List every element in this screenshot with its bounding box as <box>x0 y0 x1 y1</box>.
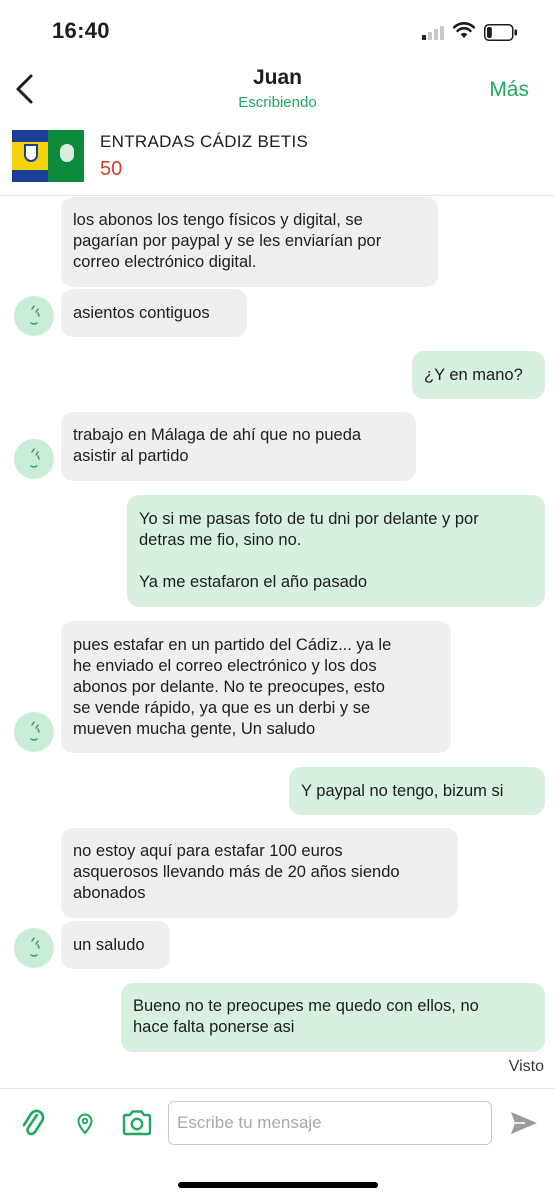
typing-status: Escribiendo <box>238 94 317 111</box>
listing-thumbnail <box>12 130 84 182</box>
more-button[interactable]: Más <box>489 78 529 102</box>
face-icon <box>30 721 40 741</box>
cellular-signal-icon <box>422 26 446 40</box>
message-list[interactable]: los abonos los tengo físicos y digital, … <box>0 196 555 1088</box>
battery-icon <box>484 24 517 41</box>
location-pin-icon[interactable] <box>76 1113 94 1135</box>
message-bubble-outgoing: ¿Y en mano? <box>412 351 545 399</box>
message-bubble-incoming: trabajo en Málaga de ahí que no pueda as… <box>61 412 416 481</box>
listing-title: ENTRADAS CÁDIZ BETIS <box>100 132 309 151</box>
contact-avatar[interactable] <box>14 928 54 968</box>
home-indicator <box>178 1182 378 1188</box>
message-bubble-incoming: pues estafar en un partido del Cádiz... … <box>61 621 451 753</box>
contact-avatar[interactable] <box>14 439 54 479</box>
face-icon <box>30 448 40 468</box>
wifi-icon <box>452 22 476 38</box>
listing-price: 50 <box>100 158 123 180</box>
face-icon <box>30 305 40 325</box>
listing-card[interactable]: ENTRADAS CÁDIZ BETIS 50 <box>0 124 555 196</box>
paperclip-icon[interactable] <box>20 1107 46 1141</box>
camera-icon[interactable] <box>121 1109 153 1137</box>
contact-avatar[interactable] <box>14 296 54 336</box>
chat-header: Juan Escribiendo Más <box>0 62 555 124</box>
seen-indicator: Visto <box>508 1058 544 1075</box>
send-icon[interactable] <box>509 1109 539 1137</box>
message-bubble-incoming: no estoy aquí para estafar 100 euros asq… <box>61 828 458 918</box>
message-bubble-outgoing: Y paypal no tengo, bizum si <box>289 767 545 815</box>
status-bar: 16:40 <box>0 0 555 62</box>
betis-crest-icon <box>60 144 74 162</box>
contact-avatar[interactable] <box>14 712 54 752</box>
face-icon <box>30 937 40 957</box>
status-time: 16:40 <box>52 18 110 43</box>
message-bubble-incoming: asientos contiguos <box>61 289 247 337</box>
cadiz-crest-icon <box>24 144 38 162</box>
message-bubble-incoming: los abonos los tengo físicos y digital, … <box>61 197 438 287</box>
message-bubble-outgoing: Yo si me pasas foto de tu dni por delant… <box>127 495 545 607</box>
message-input[interactable] <box>168 1101 492 1145</box>
message-bubble-incoming: un saludo <box>61 921 170 969</box>
contact-name: Juan <box>252 66 302 89</box>
message-bubble-outgoing: Bueno no te preocupes me quedo con ellos… <box>121 983 545 1052</box>
